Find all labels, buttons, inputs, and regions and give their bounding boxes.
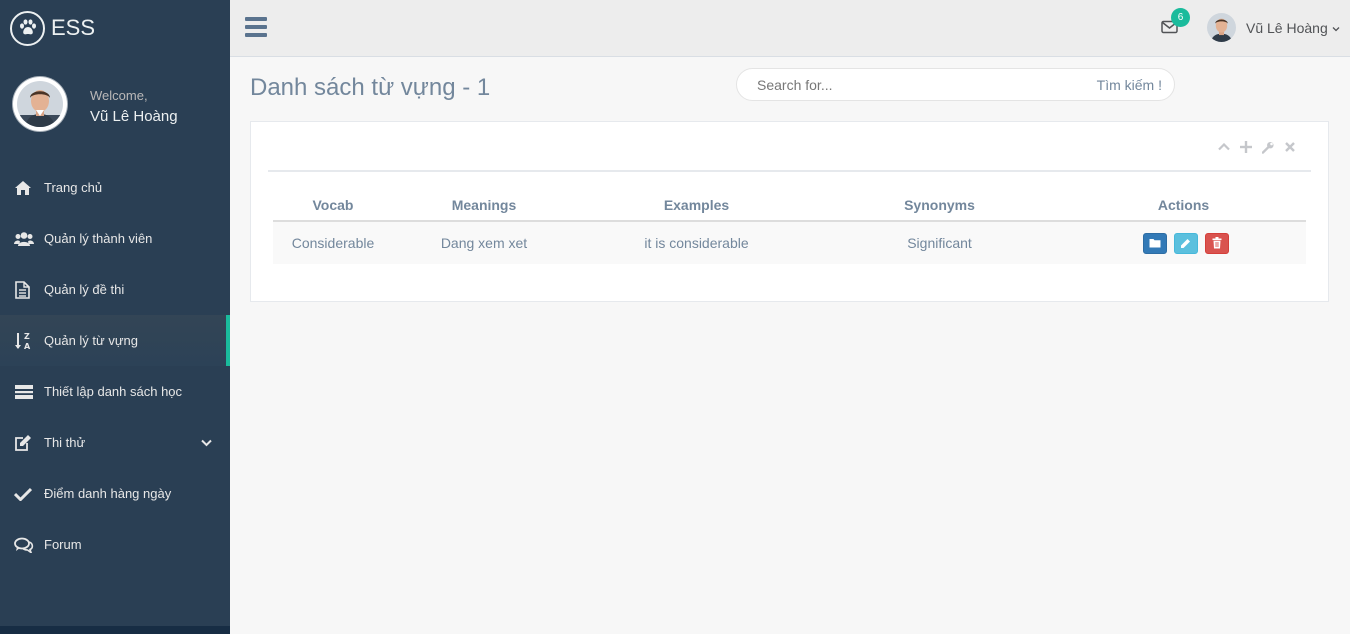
sidebar-item-label: Quản lý từ vựng [44, 333, 139, 348]
collapse-icon[interactable] [1218, 140, 1230, 154]
comments-icon [14, 537, 38, 553]
brand-name: ESS [51, 15, 96, 40]
pencil-icon [1181, 238, 1190, 248]
cell-meanings: Dang xem xet [393, 221, 575, 264]
svg-text:A: A [24, 342, 31, 351]
sidebar-item-study-list[interactable]: Thiết lập danh sách học [0, 366, 230, 417]
sidebar-footer [0, 626, 230, 634]
sidebar-item-label: Điểm danh hàng ngày [44, 486, 172, 501]
view-button[interactable] [1142, 232, 1167, 254]
sidebar-item-home[interactable]: Trang chủ [0, 162, 230, 213]
chevron-down-icon [1332, 19, 1340, 37]
welcome-label: Welcome, [90, 88, 148, 103]
side-menu: Trang chủ Quản lý thành viên Quản lý đề … [0, 162, 230, 570]
cell-synonyms: Significant [818, 221, 1061, 264]
sidebar-item-label: Thiết lập danh sách học [44, 384, 183, 399]
list-icon [14, 384, 38, 400]
cell-examples: it is considerable [575, 221, 818, 264]
column-header-meanings: Meanings [393, 189, 575, 222]
document-icon [14, 280, 38, 299]
column-header-vocab: Vocab [273, 189, 393, 222]
profile: Welcome, Vũ Lê Hoàng [12, 76, 178, 132]
edit-button[interactable] [1173, 232, 1198, 254]
edit-icon [14, 434, 38, 452]
top-nav: 6 Vũ Lê Hoàng [230, 0, 1350, 57]
mail-count-badge: 6 [1171, 8, 1190, 27]
folder-icon [1149, 239, 1160, 248]
column-header-synonyms: Synonyms [818, 189, 1061, 222]
sidebar: ESS Welcome, Vũ Lê Hoàng Trang chủ Quản … [0, 0, 230, 634]
avatar [12, 76, 68, 132]
sidebar-item-label: Quản lý thành viên [44, 231, 153, 246]
sidebar-item-forum[interactable]: Forum [0, 519, 230, 570]
sidebar-item-label: Trang chủ [44, 180, 103, 195]
delete-button[interactable] [1204, 232, 1229, 254]
search-input[interactable] [737, 69, 1097, 100]
search-bar: Tìm kiếm ! [736, 68, 1175, 101]
sidebar-item-practice-test[interactable]: Thi thử [0, 417, 230, 468]
panel-toolbar [1218, 140, 1296, 154]
brand[interactable]: ESS [10, 10, 95, 46]
column-header-actions: Actions [1061, 189, 1306, 222]
sidebar-item-label: Quản lý đề thi [44, 282, 125, 297]
sidebar-item-vocabulary[interactable]: Z A Quản lý từ vựng [0, 315, 230, 366]
sort-alpha-icon: Z A [14, 331, 38, 351]
column-header-examples: Examples [575, 189, 818, 222]
sidebar-item-label: Thi thử [44, 435, 86, 450]
sidebar-item-exams[interactable]: Quản lý đề thi [0, 264, 230, 315]
svg-text:Z: Z [24, 332, 30, 341]
sidebar-item-attendance[interactable]: Điểm danh hàng ngày [0, 468, 230, 519]
sidebar-item-members[interactable]: Quản lý thành viên [0, 213, 230, 264]
close-icon[interactable] [1284, 140, 1296, 154]
wrench-icon[interactable] [1262, 140, 1274, 154]
profile-name: Vũ Lê Hoàng [90, 108, 178, 125]
sidebar-item-label: Forum [44, 537, 82, 552]
user-name: Vũ Lê Hoàng [1246, 19, 1328, 36]
check-icon [14, 487, 38, 501]
vocab-table: Vocab Meanings Examples Synonyms Actions… [273, 189, 1306, 264]
menu-toggle-icon[interactable] [245, 17, 267, 37]
avatar [1207, 13, 1236, 42]
cell-vocab: Considerable [273, 221, 393, 264]
vocab-panel: Vocab Meanings Examples Synonyms Actions… [250, 121, 1329, 302]
divider [268, 170, 1311, 172]
user-menu[interactable]: Vũ Lê Hoàng [1207, 13, 1340, 42]
table-row: Considerable Dang xem xet it is consider… [273, 221, 1306, 264]
add-icon[interactable] [1240, 140, 1252, 154]
cell-actions [1061, 221, 1306, 264]
chevron-down-icon [201, 435, 212, 450]
trash-icon [1212, 237, 1221, 249]
page-title: Danh sách từ vựng - 1 [250, 74, 491, 101]
users-icon [14, 231, 38, 247]
home-icon [14, 180, 38, 196]
paw-icon [10, 10, 45, 46]
table-header-row: Vocab Meanings Examples Synonyms Actions [273, 189, 1306, 222]
search-button[interactable]: Tìm kiếm ! [1097, 77, 1174, 93]
